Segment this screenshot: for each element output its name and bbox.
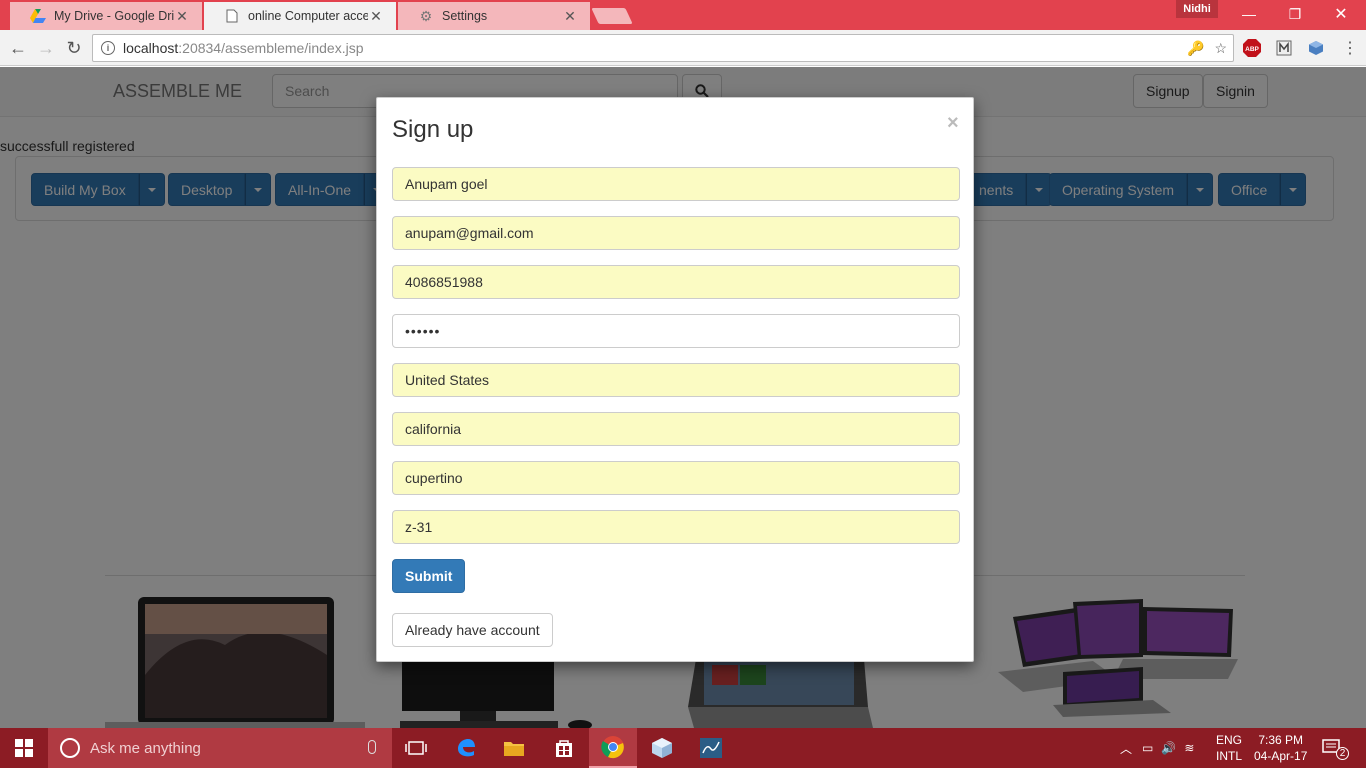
- minimize-icon[interactable]: —: [1226, 0, 1272, 28]
- close-window-icon[interactable]: ✕: [1318, 0, 1364, 28]
- profile-badge[interactable]: Nidhi: [1176, 0, 1218, 18]
- abp-label: ABP: [1245, 46, 1259, 53]
- chrome-icon[interactable]: [589, 728, 637, 768]
- zip-field[interactable]: z-31: [392, 510, 960, 544]
- windows-taskbar: Ask me anything ︿ ▭ 🔊 ≋ ENG INTL 7:36 PM…: [0, 728, 1366, 768]
- url-host: localhost: [123, 40, 179, 56]
- name-field[interactable]: Anupam goel: [392, 167, 960, 201]
- chevron-up-icon[interactable]: ︿: [1120, 740, 1132, 757]
- google-drive-icon: [30, 8, 46, 24]
- forward-icon[interactable]: →: [34, 36, 58, 60]
- back-icon[interactable]: ←: [6, 36, 30, 60]
- close-icon[interactable]: ✕: [562, 8, 578, 25]
- browser-toolbar: ← → ↻ i localhost:20834/assembleme/index…: [0, 30, 1366, 66]
- state-field[interactable]: california: [392, 412, 960, 446]
- bookmark-star-icon[interactable]: ☆: [1214, 40, 1227, 57]
- restore-icon[interactable]: ❐: [1272, 0, 1318, 28]
- cortana-icon: [60, 738, 80, 758]
- adblock-icon[interactable]: ABP: [1242, 38, 1262, 58]
- tab-settings[interactable]: ⚙ Settings ✕: [398, 2, 590, 30]
- clock[interactable]: 7:36 PM 04-Apr-17: [1254, 728, 1307, 768]
- reload-icon[interactable]: ↻: [62, 36, 86, 60]
- volume-icon[interactable]: 🔊: [1161, 741, 1176, 755]
- menu-icon[interactable]: ⋮: [1338, 36, 1362, 60]
- new-tab-button[interactable]: [591, 8, 633, 24]
- country-field[interactable]: United States: [392, 363, 960, 397]
- wifi-icon[interactable]: ≋: [1184, 741, 1194, 755]
- notification-badge: 2: [1336, 746, 1349, 760]
- already-have-account-button[interactable]: Already have account: [392, 613, 553, 647]
- lang-bottom: INTL: [1216, 749, 1243, 763]
- extension-cube-icon[interactable]: [1306, 38, 1326, 58]
- clock-date: 04-Apr-17: [1254, 749, 1308, 763]
- cortana-search-box[interactable]: Ask me anything: [48, 728, 392, 768]
- submit-button[interactable]: Submit: [392, 559, 466, 593]
- browser-tab-strip: My Drive - Google Drive ✕ online Compute…: [0, 0, 1366, 30]
- sql-workbench-icon[interactable]: [687, 728, 735, 768]
- address-bar[interactable]: i localhost:20834/assembleme/index.jsp 🔑…: [92, 34, 1234, 62]
- windows-start-icon[interactable]: [0, 728, 48, 768]
- lang-top: ENG: [1216, 733, 1243, 747]
- store-icon[interactable]: [540, 728, 588, 768]
- close-icon[interactable]: ×: [947, 112, 959, 135]
- task-view-icon[interactable]: [392, 728, 440, 768]
- tab-label: Settings: [442, 9, 488, 23]
- clock-time: 7:36 PM: [1258, 733, 1304, 747]
- web-page: ASSEMBLE ME Search Signup Signin success…: [0, 67, 1366, 728]
- gear-icon: ⚙: [419, 7, 433, 24]
- phone-field[interactable]: 4086851988: [392, 265, 960, 299]
- file-explorer-icon[interactable]: [490, 728, 538, 768]
- language-indicator[interactable]: ENG INTL: [1216, 728, 1242, 768]
- extension-m-icon[interactable]: [1274, 38, 1294, 58]
- modal-title: Sign up: [392, 116, 474, 143]
- password-field[interactable]: ••••••: [392, 314, 960, 348]
- email-field[interactable]: anupam@gmail.com: [392, 216, 960, 250]
- info-icon[interactable]: i: [101, 41, 115, 55]
- virtualbox-icon[interactable]: [638, 728, 686, 768]
- key-icon[interactable]: 🔑: [1187, 40, 1204, 57]
- page-icon: [224, 8, 240, 24]
- close-icon[interactable]: ✕: [174, 8, 190, 25]
- tab-label: online Computer accesso: [248, 9, 368, 23]
- cortana-placeholder: Ask me anything: [90, 739, 201, 757]
- tab-google-drive[interactable]: My Drive - Google Drive ✕: [10, 2, 202, 30]
- close-icon[interactable]: ✕: [368, 8, 384, 25]
- battery-icon[interactable]: ▭: [1142, 741, 1153, 755]
- tab-online-computer[interactable]: online Computer accesso ✕: [204, 2, 396, 30]
- tab-label: My Drive - Google Drive: [54, 9, 174, 23]
- action-center-icon[interactable]: 2: [1322, 728, 1349, 768]
- city-field[interactable]: cupertino: [392, 461, 960, 495]
- edge-icon[interactable]: [442, 728, 490, 768]
- signup-modal: Sign up × Anupam goel anupam@gmail.com 4…: [376, 97, 974, 662]
- url-path: :20834/assembleme/index.jsp: [178, 40, 364, 56]
- microphone-icon[interactable]: [368, 740, 376, 754]
